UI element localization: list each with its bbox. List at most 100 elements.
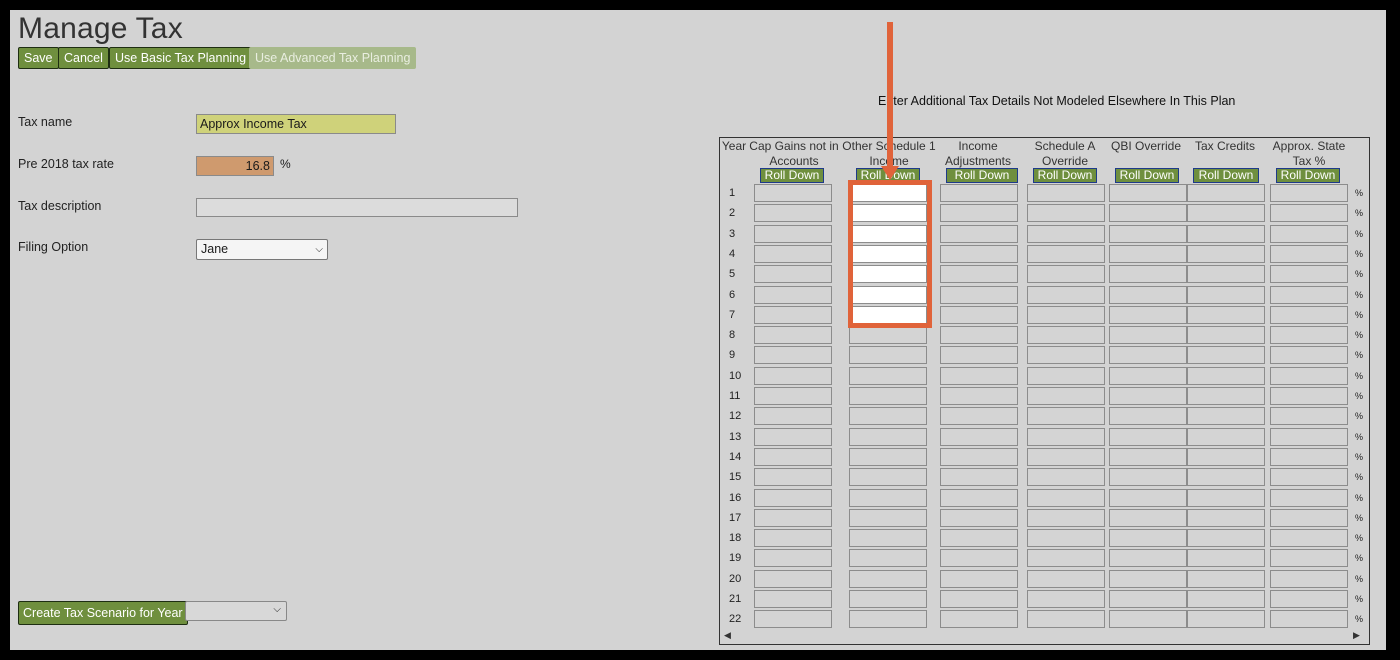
grid-cell-input[interactable] [1027, 489, 1105, 507]
grid-cell-input[interactable] [849, 387, 927, 405]
grid-cell-input[interactable] [1109, 529, 1187, 547]
roll-down-button[interactable]: Roll Down [946, 168, 1018, 183]
grid-cell-input[interactable] [940, 468, 1018, 486]
grid-cell-input[interactable] [1270, 306, 1348, 324]
grid-cell-input[interactable] [1270, 286, 1348, 304]
grid-cell-input[interactable] [1109, 306, 1187, 324]
grid-cell-input[interactable] [1109, 570, 1187, 588]
grid-cell-input[interactable] [940, 387, 1018, 405]
grid-cell-input[interactable] [849, 448, 927, 466]
filing-option-select[interactable]: Jane ⌵ [196, 239, 328, 260]
grid-cell-input[interactable] [1187, 448, 1265, 466]
grid-cell-input[interactable] [1109, 184, 1187, 202]
grid-cell-input[interactable] [940, 306, 1018, 324]
grid-cell-input[interactable] [1027, 468, 1105, 486]
grid-cell-input[interactable] [1027, 204, 1105, 222]
grid-cell-input[interactable] [1027, 387, 1105, 405]
scenario-year-select[interactable]: ⌵ [185, 601, 287, 621]
create-tax-scenario-button[interactable]: Create Tax Scenario for Year [18, 601, 188, 625]
grid-cell-input[interactable] [940, 489, 1018, 507]
grid-cell-input[interactable] [1027, 286, 1105, 304]
grid-cell-input[interactable] [754, 184, 832, 202]
grid-cell-input[interactable] [1187, 204, 1265, 222]
use-basic-tax-planning-button[interactable]: Use Basic Tax Planning [109, 47, 253, 69]
grid-cell-input[interactable] [1187, 184, 1265, 202]
grid-cell-input[interactable] [754, 245, 832, 263]
grid-cell-input[interactable] [1270, 346, 1348, 364]
grid-cell-input[interactable] [1027, 346, 1105, 364]
grid-cell-input[interactable] [940, 549, 1018, 567]
vertical-scrollbar[interactable] [1369, 154, 1370, 419]
grid-cell-input[interactable] [940, 448, 1018, 466]
grid-cell-input[interactable] [1270, 448, 1348, 466]
grid-cell-input[interactable] [754, 448, 832, 466]
grid-cell-input[interactable] [849, 549, 927, 567]
grid-cell-input[interactable] [940, 509, 1018, 527]
grid-cell-input[interactable] [849, 590, 927, 608]
grid-cell-input[interactable] [1027, 265, 1105, 283]
grid-cell-input[interactable] [1270, 610, 1348, 628]
grid-cell-input[interactable] [754, 428, 832, 446]
grid-cell-input[interactable] [940, 428, 1018, 446]
grid-cell-input[interactable] [1270, 184, 1348, 202]
grid-cell-input[interactable] [940, 245, 1018, 263]
grid-cell-input[interactable] [849, 610, 927, 628]
grid-cell-input[interactable] [1187, 387, 1265, 405]
grid-cell-input[interactable] [754, 326, 832, 344]
grid-cell-input[interactable] [1187, 529, 1265, 547]
grid-cell-input[interactable] [940, 346, 1018, 364]
grid-cell-input[interactable] [754, 286, 832, 304]
grid-cell-input[interactable] [1027, 428, 1105, 446]
grid-cell-input[interactable] [940, 367, 1018, 385]
grid-cell-input[interactable] [1027, 245, 1105, 263]
grid-cell-input[interactable] [1270, 265, 1348, 283]
grid-cell-input[interactable] [754, 570, 832, 588]
grid-cell-input[interactable] [754, 346, 832, 364]
grid-cell-input[interactable] [754, 407, 832, 425]
grid-cell-input[interactable] [1187, 306, 1265, 324]
grid-cell-input[interactable] [1187, 549, 1265, 567]
grid-cell-input[interactable] [940, 407, 1018, 425]
grid-cell-input[interactable] [1270, 204, 1348, 222]
grid-cell-input[interactable] [1109, 428, 1187, 446]
grid-cell-input[interactable] [1270, 468, 1348, 486]
grid-cell-input[interactable] [1027, 509, 1105, 527]
grid-cell-input[interactable] [1187, 570, 1265, 588]
grid-cell-input[interactable] [1270, 549, 1348, 567]
grid-cell-input[interactable] [940, 265, 1018, 283]
grid-cell-input[interactable] [1027, 448, 1105, 466]
grid-cell-input[interactable] [940, 610, 1018, 628]
grid-cell-input[interactable] [1027, 549, 1105, 567]
grid-cell-input[interactable] [754, 387, 832, 405]
grid-cell-input[interactable] [1109, 225, 1187, 243]
grid-cell-input[interactable] [1027, 610, 1105, 628]
grid-cell-input[interactable] [849, 346, 927, 364]
grid-cell-input[interactable] [940, 326, 1018, 344]
grid-cell-input[interactable] [1187, 346, 1265, 364]
grid-cell-input[interactable] [1270, 428, 1348, 446]
grid-cell-input[interactable] [1027, 225, 1105, 243]
grid-cell-input[interactable] [754, 529, 832, 547]
grid-cell-input[interactable] [1187, 489, 1265, 507]
grid-cell-input[interactable] [1270, 509, 1348, 527]
grid-cell-input[interactable] [1187, 610, 1265, 628]
grid-cell-input[interactable] [940, 286, 1018, 304]
grid-cell-input[interactable] [1270, 489, 1348, 507]
grid-cell-input[interactable] [754, 590, 832, 608]
grid-cell-input[interactable] [1109, 204, 1187, 222]
grid-cell-input[interactable] [1109, 367, 1187, 385]
roll-down-button[interactable]: Roll Down [1033, 168, 1097, 183]
grid-cell-input[interactable] [1027, 367, 1105, 385]
grid-cell-input[interactable] [754, 549, 832, 567]
grid-cell-input[interactable] [1187, 265, 1265, 283]
grid-cell-input[interactable] [849, 570, 927, 588]
cancel-button[interactable]: Cancel [58, 47, 109, 69]
grid-cell-input[interactable] [754, 204, 832, 222]
grid-cell-input[interactable] [1187, 225, 1265, 243]
scroll-down-arrow-icon[interactable]: ▼ [1368, 616, 1369, 625]
grid-cell-input[interactable] [1109, 489, 1187, 507]
grid-cell-input[interactable] [1187, 326, 1265, 344]
grid-cell-input[interactable] [1187, 428, 1265, 446]
grid-cell-input[interactable] [1187, 407, 1265, 425]
grid-cell-input[interactable] [1109, 265, 1187, 283]
